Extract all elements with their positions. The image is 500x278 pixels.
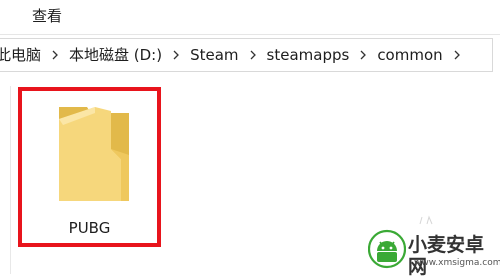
folder-icon <box>59 107 129 201</box>
chevron-right-icon[interactable] <box>445 45 469 65</box>
crumb-common[interactable]: common <box>375 45 444 65</box>
ribbon-menu-bar: 查看 <box>0 0 500 35</box>
pane-divider <box>10 86 11 274</box>
crumb-this-pc[interactable]: 此电脑 <box>0 45 43 65</box>
watermark-url: www.xmsigma.com <box>414 258 500 268</box>
menu-view[interactable]: 查看 <box>32 6 62 26</box>
breadcrumb: 此电脑 本地磁盘 (D:) Steam steamapps common <box>0 39 469 71</box>
android-logo-icon <box>368 229 406 269</box>
address-bar-edge <box>493 38 500 72</box>
address-bar[interactable]: 此电脑 本地磁盘 (D:) Steam steamapps common <box>0 38 493 72</box>
crumb-steam[interactable]: Steam <box>188 45 240 65</box>
crumb-steamapps[interactable]: steamapps <box>265 45 352 65</box>
faint-text-fragment <box>419 215 433 225</box>
folder-item-pubg[interactable]: PUBG <box>18 87 161 247</box>
chevron-right-icon[interactable] <box>241 45 265 65</box>
watermark: 小麦安卓网 www.xmsigma.com <box>368 229 500 278</box>
watermark-brand: 小麦安卓网 <box>408 234 485 278</box>
chevron-right-icon[interactable] <box>43 45 67 65</box>
folder-label: PUBG <box>68 219 111 237</box>
crumb-local-disk[interactable]: 本地磁盘 (D:) <box>67 45 164 65</box>
chevron-right-icon[interactable] <box>164 45 188 65</box>
chevron-right-icon[interactable] <box>351 45 375 65</box>
